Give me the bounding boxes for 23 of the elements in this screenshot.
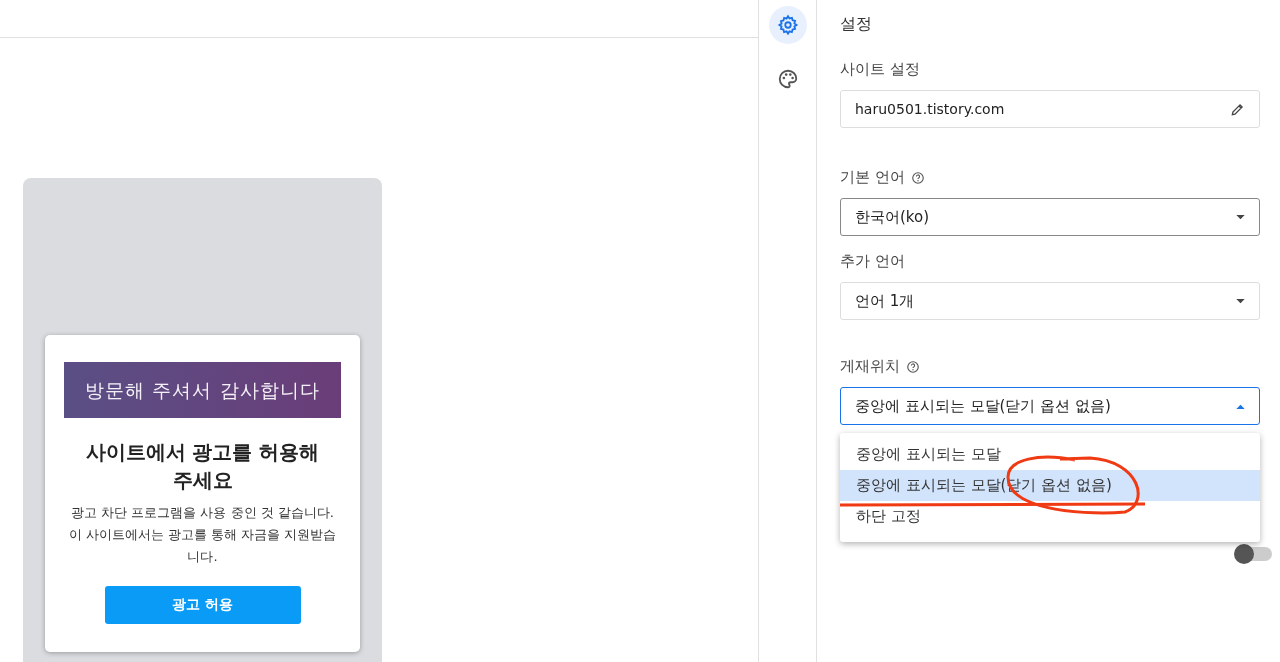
extra-language-select[interactable]: 언어 1개 [840, 282, 1260, 320]
palette-icon [776, 68, 799, 90]
modal-text: 광고 차단 프로그램을 사용 중인 것 같습니다. 이 사이트에서는 광고를 통해 자금을 지원받습니다. [67, 504, 338, 566]
help-icon[interactable] [906, 359, 920, 374]
settings-icon [776, 14, 799, 36]
settings-tab[interactable] [768, 6, 807, 44]
caret-icon [1236, 298, 1245, 304]
caret-icon [1236, 403, 1245, 409]
field-label: 게재위치 [840, 357, 900, 376]
help-icon[interactable] [910, 170, 925, 185]
caret-icon [1236, 214, 1245, 220]
language-select[interactable]: 한국어(ko) [840, 198, 1260, 236]
modal-title: 사이트에서 광고를 허용해 주세요 [84, 439, 321, 494]
field-label: 기본 언어 [840, 168, 905, 187]
edit-icon[interactable] [1230, 101, 1245, 117]
field-label: 사이트 설정 [840, 60, 920, 79]
site-field[interactable]: haru0501.tistory.com [840, 90, 1260, 128]
menu-item[interactable]: 하단 고정 [840, 501, 1260, 532]
banner-text: 방문해 주셔서 감사합니다 [64, 362, 341, 418]
placement-select[interactable]: 중앙에 표시되는 모달(닫기 옵션 없음) [840, 387, 1260, 425]
menu-item[interactable]: 중앙에 표시되는 모달 [840, 439, 1260, 470]
field-label: 추가 언어 [840, 252, 905, 271]
panel-title: 설정 [840, 14, 873, 35]
